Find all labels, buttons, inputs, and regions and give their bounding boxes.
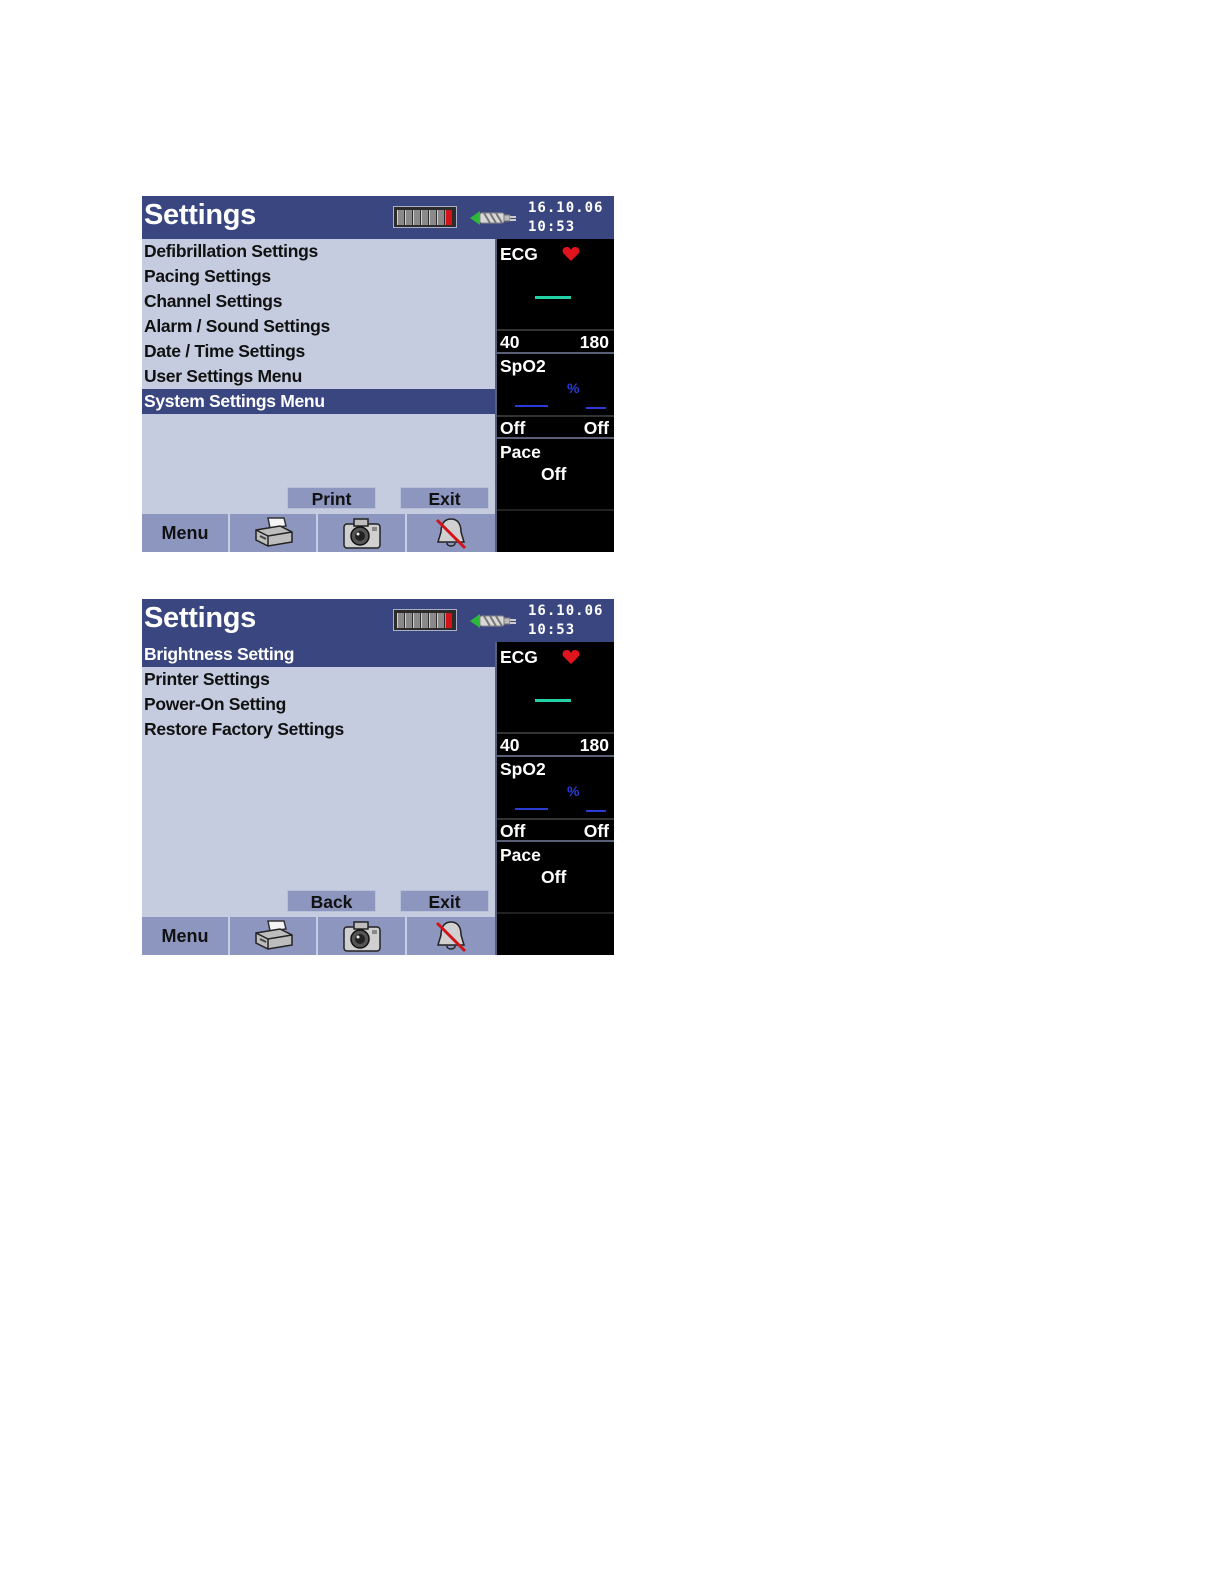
ecg-alarm-low: 40 <box>500 735 520 755</box>
ecg-spo2-separator <box>497 352 614 354</box>
bottom-toolbar: Menu <box>142 514 495 552</box>
ecg-divider <box>497 732 614 734</box>
menu-item-pacing-settings[interactable]: Pacing Settings <box>142 264 495 289</box>
spo2-trace-left <box>515 808 548 810</box>
ecg-alarm-high: 180 <box>579 735 609 755</box>
ecg-divider <box>497 329 614 331</box>
ecg-label: ECG <box>500 647 538 667</box>
alarm-off-icon <box>435 921 467 953</box>
date-label: 16.10.06 <box>528 603 604 619</box>
spo2-unit: % <box>567 380 580 396</box>
spo2-trace-right <box>586 810 606 812</box>
menu-button[interactable]: Menu <box>142 917 230 955</box>
exit-button[interactable]: Exit <box>400 890 489 912</box>
spo2-pace-separator <box>497 840 614 842</box>
screen-title: Settings <box>144 199 256 231</box>
ac-plug-icon <box>470 211 516 225</box>
battery-icon <box>393 609 457 631</box>
heart-icon <box>562 650 580 664</box>
ecg-trace <box>535 699 571 702</box>
title-bar: Settings 16.10.06 10:53 <box>142 599 614 642</box>
menu-button[interactable]: Menu <box>142 514 230 552</box>
exit-button[interactable]: Exit <box>400 487 489 509</box>
menu-item-channel-settings[interactable]: Channel Settings <box>142 289 495 314</box>
battery-icon <box>393 206 457 228</box>
menu-button-label: Menu <box>161 925 209 946</box>
menu-item-user-settings-menu[interactable]: User Settings Menu <box>142 364 495 389</box>
menu-item-restore-factory-settings[interactable]: Restore Factory Settings <box>142 717 495 742</box>
spo2-pace-separator <box>497 437 614 439</box>
spo2-trace-left <box>515 405 548 407</box>
pace-value: Off <box>541 867 567 887</box>
spo2-alarm-low: Off <box>500 418 526 438</box>
settings-menu: Defibrillation Settings Pacing Settings … <box>142 239 495 514</box>
pace-separator <box>497 509 614 511</box>
back-button[interactable]: Back <box>287 890 376 912</box>
spo2-divider <box>497 415 614 417</box>
snapshot-button[interactable] <box>318 514 407 552</box>
menu-item-alarm-sound-settings[interactable]: Alarm / Sound Settings <box>142 314 495 339</box>
pace-separator <box>497 912 614 914</box>
ac-plug-icon <box>470 614 516 628</box>
camera-icon <box>342 518 381 549</box>
alarm-silence-button[interactable] <box>407 917 495 955</box>
date-label: 16.10.06 <box>528 200 604 216</box>
menu-item-system-settings-menu[interactable]: System Settings Menu <box>142 389 495 414</box>
printer-icon <box>255 920 293 950</box>
print-toolbar-button[interactable] <box>230 917 318 955</box>
spo2-label: SpO2 <box>500 356 546 376</box>
settings-screen-main: Settings 16.10.06 10:53 Defibrillation S… <box>142 196 614 552</box>
spo2-label: SpO2 <box>500 759 546 779</box>
settings-screen-system: Settings 16.10.06 10:53 Brightness Setti… <box>142 599 614 955</box>
bottom-toolbar: Menu <box>142 917 495 955</box>
ecg-trace <box>535 296 571 299</box>
camera-icon <box>342 921 381 952</box>
pace-label: Pace <box>500 442 541 462</box>
settings-menu: Brightness Setting Printer Settings Powe… <box>142 642 495 917</box>
time-label: 10:53 <box>528 622 576 638</box>
menu-item-brightness-setting[interactable]: Brightness Setting <box>142 642 495 667</box>
menu-button-label: Menu <box>161 522 209 543</box>
spo2-trace-right <box>586 407 606 409</box>
pace-value: Off <box>541 464 567 484</box>
vitals-panel: ECG 40 180 SpO2 % Off Off Pace Off <box>495 642 614 955</box>
menu-item-printer-settings[interactable]: Printer Settings <box>142 667 495 692</box>
alarm-silence-button[interactable] <box>407 514 495 552</box>
spo2-unit: % <box>567 783 580 799</box>
ecg-alarm-low: 40 <box>500 332 520 352</box>
spo2-alarm-high: Off <box>583 821 609 841</box>
time-label: 10:53 <box>528 219 576 235</box>
vitals-panel: ECG 40 180 SpO2 % Off Off Pace Off <box>495 239 614 552</box>
menu-item-date-time-settings[interactable]: Date / Time Settings <box>142 339 495 364</box>
ecg-spo2-separator <box>497 755 614 757</box>
spo2-divider <box>497 818 614 820</box>
ecg-alarm-high: 180 <box>579 332 609 352</box>
print-toolbar-button[interactable] <box>230 514 318 552</box>
menu-item-power-on-setting[interactable]: Power-On Setting <box>142 692 495 717</box>
date-time: 16.10.06 10:53 <box>528 199 603 237</box>
snapshot-button[interactable] <box>318 917 407 955</box>
spo2-alarm-high: Off <box>583 418 609 438</box>
screen-title: Settings <box>144 602 256 634</box>
printer-icon <box>255 517 293 547</box>
date-time: 16.10.06 10:53 <box>528 602 603 640</box>
title-bar: Settings 16.10.06 10:53 <box>142 196 614 239</box>
spo2-alarm-low: Off <box>500 821 526 841</box>
print-button[interactable]: Print <box>287 487 376 509</box>
alarm-off-icon <box>435 518 467 550</box>
heart-icon <box>562 247 580 261</box>
ecg-label: ECG <box>500 244 538 264</box>
pace-label: Pace <box>500 845 541 865</box>
menu-item-defibrillation-settings[interactable]: Defibrillation Settings <box>142 239 495 264</box>
